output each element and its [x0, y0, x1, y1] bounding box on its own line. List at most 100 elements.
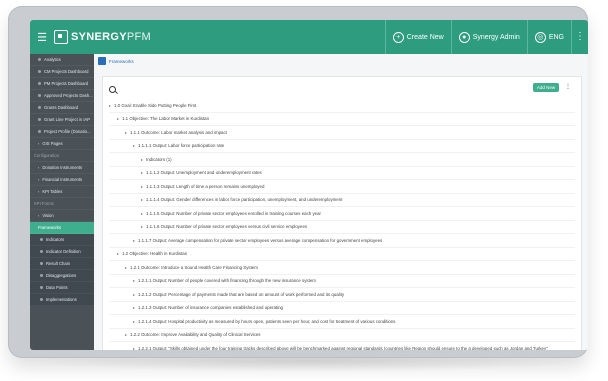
tree-row[interactable]: ▸ 1.1.1.7 Output: Average compensation fo…: [109, 234, 575, 248]
expand-arrow-icon[interactable]: ▸: [133, 143, 135, 148]
sidebar-item[interactable]: Approved Projects Dash...: [30, 90, 94, 102]
sidebar-item-label: Financial Instruments: [42, 177, 83, 182]
sidebar-item[interactable]: › GIS Pages: [30, 138, 94, 150]
sidebar-item-label: Analytics: [44, 57, 61, 62]
sidebar-item-label: Donation Instruments: [42, 165, 83, 170]
sidebar-item-label: PM Projects Dashboard: [44, 81, 89, 86]
add-new-button[interactable]: Add New: [533, 83, 559, 92]
sidebar-item[interactable]: › Financial Instruments: [30, 174, 94, 186]
tree-row[interactable]: ▸ 1.2.1.3 Output: Number of insurance com…: [109, 302, 575, 315]
create-new-label: Create New: [406, 33, 444, 41]
plus-circle-icon: +: [392, 31, 404, 43]
expand-arrow-icon[interactable]: ▸: [133, 305, 135, 310]
expand-arrow-icon[interactable]: ▸: [125, 130, 127, 135]
sidebar-item: Configuration: [30, 150, 94, 162]
tree-row-label: 1.1.1.5 Output: Number of private sector…: [146, 210, 322, 216]
sidebar-item[interactable]: Grants Dashboard: [30, 102, 94, 114]
tree-row[interactable]: ▸ 1.2.2.1 Output: "Skills obtained under …: [109, 342, 575, 350]
tree-row[interactable]: ▸ 1.1.1 Outcome: Labor market analysis an…: [109, 126, 575, 140]
sidebar-item[interactable]: Result Chain: [30, 258, 94, 270]
bullet-icon: [40, 286, 43, 289]
sidebar-item-label: Implementations: [46, 297, 77, 302]
sidebar-item[interactable]: Indicators: [30, 234, 94, 246]
expand-arrow-icon[interactable]: ▸: [125, 332, 127, 337]
sidebar-item-label: Project Profile (Donatio...: [44, 129, 91, 134]
expand-arrow-icon[interactable]: ▸: [109, 103, 111, 108]
sidebar-item[interactable]: CM Projects Dashboard: [30, 66, 94, 78]
expand-arrow-icon[interactable]: ▸: [141, 197, 143, 202]
tree-row-label: 1.2 Objective: Health in Kurdistan: [122, 251, 188, 257]
card-kebab-icon[interactable]: ⋮: [565, 83, 571, 90]
expand-arrow-icon[interactable]: ▸: [141, 224, 143, 229]
tree-row-label: 1.2.1.4 Output: Hospital productivity as…: [138, 318, 396, 324]
create-new-button[interactable]: + Create New: [384, 20, 451, 54]
tree-row-label: 1.2.1 Outcome: Introduce a Sound Health …: [130, 264, 258, 270]
tree-row[interactable]: ▸ 1.2 Objective: Health in Kurdistan: [109, 248, 575, 261]
breadcrumb-current[interactable]: Frameworks: [109, 59, 134, 64]
expand-arrow-icon[interactable]: ▸: [133, 319, 135, 324]
sidebar-item-label: Indicators: [46, 237, 65, 242]
tree-row[interactable]: ▸ 1.0 Goal: Enable Side Putting People Fi…: [109, 99, 575, 113]
tree-row[interactable]: ▸ 1.1.1.5 Output: Number of private secto…: [109, 207, 575, 221]
sidebar-item[interactable]: › Vision: [30, 210, 94, 222]
tree-row[interactable]: ▸ 1.2.1.4 Output: Hospital productivity a…: [109, 315, 575, 329]
bullet-icon: [40, 238, 43, 241]
sidebar-item[interactable]: Frameworks: [30, 222, 94, 234]
kebab-icon[interactable]: ⋮: [571, 20, 588, 54]
language-button[interactable]: ◎ ENG: [526, 20, 571, 54]
tree-row[interactable]: ▸ 1.1 Objective: The Labor Market in Kurd…: [109, 113, 575, 126]
sidebar-item[interactable]: › KPI Tables: [30, 186, 94, 198]
tree-row[interactable]: ▸ 1.1.1.2 Output: Unemployment and undere…: [109, 167, 575, 180]
sidebar-item-label: Configuration: [34, 153, 59, 158]
sidebar-item[interactable]: › Donation Instruments: [30, 162, 94, 174]
expand-arrow-icon[interactable]: ▸: [117, 251, 119, 256]
sidebar-item[interactable]: Analytics: [30, 54, 94, 66]
tree-row[interactable]: ▸ 1.2.1.2 Output: Percentage of payments …: [109, 288, 575, 302]
sidebar-item-label: Frameworks: [38, 225, 62, 230]
search-icon[interactable]: [109, 86, 116, 93]
tree-row[interactable]: ▸ 1.2.1.1 Output: Number of people covere…: [109, 275, 575, 288]
tree-row-label: 1.1.1 Outcome: Labor market analysis and…: [130, 129, 227, 135]
expand-arrow-icon[interactable]: ▸: [141, 211, 143, 216]
tree-row[interactable]: ▸ 1.1.1.4 Output: Gender differences in l…: [109, 194, 575, 207]
sidebar-item-label: KPI Tables: [42, 189, 63, 194]
brand-suffix: PFM: [126, 31, 152, 43]
sidebar-item[interactable]: Grant Line Project in IAP: [30, 114, 94, 126]
expand-arrow-icon[interactable]: ▸: [141, 170, 143, 175]
sidebar-item[interactable]: Data Points: [30, 282, 94, 294]
expand-arrow-icon[interactable]: ▸: [117, 116, 119, 121]
tree-row[interactable]: ▸ 1.1.1.3 Output: Length of time a person…: [109, 180, 575, 194]
user-name-label: Synergy Admin: [472, 33, 520, 41]
tree-row[interactable]: ▸ 1.1.1.6 Output: Number of private secto…: [109, 221, 575, 234]
home-icon[interactable]: [98, 57, 106, 65]
sidebar-item[interactable]: PM Projects Dashboard: [30, 78, 94, 90]
expand-arrow-icon[interactable]: ▸: [133, 292, 135, 297]
hamburger-icon[interactable]: ☰: [30, 31, 54, 44]
bullet-icon: [38, 118, 41, 121]
sidebar-item[interactable]: Implementations: [30, 294, 94, 306]
expand-arrow-icon[interactable]: ▸: [141, 157, 143, 162]
expand-arrow-icon[interactable]: ▸: [141, 184, 143, 189]
tree-row[interactable]: ▸ 1.2.1 Outcome: Introduce a Sound Health…: [109, 261, 575, 275]
brand-logo[interactable]: SYNERGY PFM: [54, 30, 151, 44]
tree-row-label: 1.1.1.7 Output: Average compensation for…: [138, 237, 383, 243]
tree-row[interactable]: ▸ 1.1.1.1 Output: Labor force participati…: [109, 140, 575, 153]
tree-row[interactable]: ▸ Indicators (1): [109, 153, 575, 167]
sidebar-item[interactable]: Disaggregations: [30, 270, 94, 282]
expand-arrow-icon[interactable]: ▸: [133, 278, 135, 283]
sidebar-item-label: Vision: [42, 213, 54, 218]
tree-row-label: 1.1.1.3 Output: Length of time a person …: [146, 183, 265, 189]
user-menu-button[interactable]: ● Synergy Admin: [450, 20, 527, 54]
expand-arrow-icon[interactable]: ▸: [133, 238, 135, 243]
monitor-frame: ☰ SYNERGY PFM + Create New ● Synergy Adm…: [8, 6, 588, 358]
expand-arrow-icon[interactable]: ▸: [133, 346, 135, 350]
sidebar-item-label: Grants Dashboard: [44, 105, 79, 110]
sidebar-item[interactable]: Indicator Definition: [30, 246, 94, 258]
app-screen: ☰ SYNERGY PFM + Create New ● Synergy Adm…: [30, 20, 588, 350]
tree-row[interactable]: ▸ 1.2.2 Outcome: Improve Availability and…: [109, 329, 575, 342]
tree-row-label: 1.1.1.6 Output: Number of private sector…: [146, 224, 308, 230]
sidebar-item[interactable]: Project Profile (Donatio...: [30, 126, 94, 138]
expand-arrow-icon[interactable]: ▸: [125, 265, 127, 270]
bullet-icon: [40, 262, 43, 265]
sidebar-item-label: Data Points: [46, 285, 68, 290]
